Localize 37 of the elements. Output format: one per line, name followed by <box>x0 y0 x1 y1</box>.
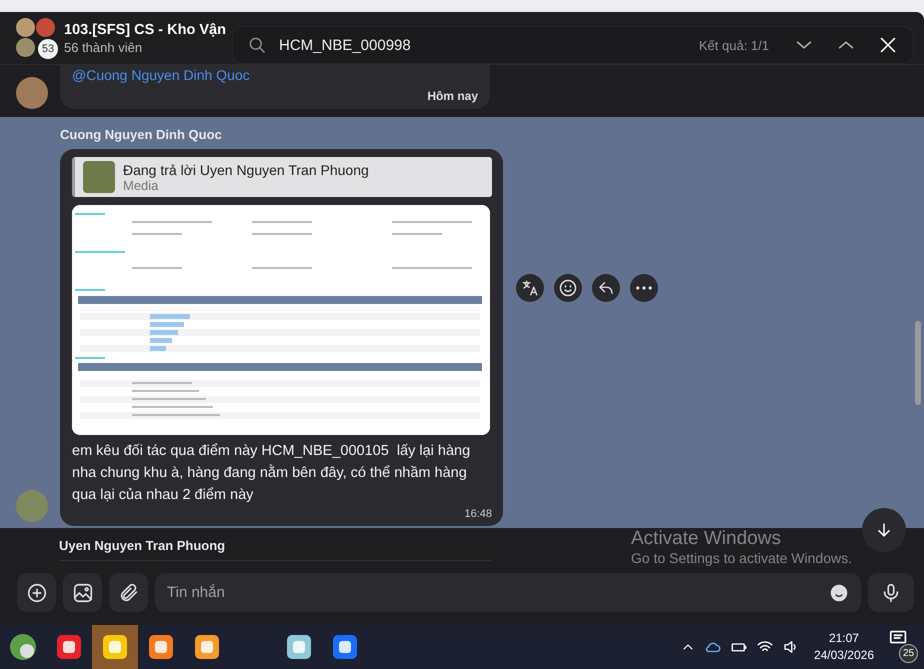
search-field[interactable]: HCM_NBE_000998 Kết quả: 1/1 <box>232 26 914 64</box>
sender-name: Uyen Nguyen Tran Phuong <box>59 536 491 561</box>
search-icon <box>247 35 267 55</box>
watermark-title: Activate Windows <box>631 528 782 550</box>
plus-circle-icon <box>26 582 48 604</box>
microphone-button[interactable] <box>868 573 914 612</box>
group-title: 103.[SFS] CS - Kho Vận <box>64 22 226 38</box>
media-thumbnail <box>83 161 115 193</box>
reply-quote[interactable]: Đang trả lời Uyen Nguyen Tran Phuong Media <box>72 157 492 197</box>
reply-arrow-icon <box>597 279 615 297</box>
search-input[interactable]: HCM_NBE_000998 <box>277 36 689 54</box>
avatar[interactable] <box>16 77 48 109</box>
image-button[interactable] <box>63 573 102 612</box>
message-input[interactable]: Tin nhắn <box>155 573 861 612</box>
member-count-badge: 53 <box>38 39 58 59</box>
message-time: Hôm nay <box>426 89 478 103</box>
reply-title: Đang trả lời Uyen Nguyen Tran Phuong <box>123 162 369 178</box>
more-icon <box>636 286 652 290</box>
sender-name: Cuong Nguyen Dinh Quoc <box>60 126 223 144</box>
taskbar-date: 24/03/2026 <box>814 647 874 664</box>
image-icon <box>72 582 94 604</box>
notification-count: 25 <box>899 644 918 663</box>
member-count: 56 thành viên <box>64 40 144 54</box>
smiley-icon <box>829 583 849 603</box>
translate-icon <box>521 279 539 297</box>
reply-type: Media <box>123 178 160 192</box>
add-button[interactable] <box>17 573 56 612</box>
scrollbar[interactable] <box>915 321 921 405</box>
mention-link[interactable]: @Cuong Nguyen Dinh Quoc <box>72 65 478 83</box>
scroll-down-button[interactable] <box>862 508 906 552</box>
search-result-count: Kết quả: 1/1 <box>698 38 769 52</box>
watermark-subtitle: Go to Settings to activate Windows. <box>631 550 852 566</box>
message-text: em kêu đối tác qua điểm này HCM_NBE_000105 lấy lại hàng nha chung khu à, hàng đang nằm bên đây, có thể nhầm hàng qua lại của nhau 2 điểm này <box>72 442 472 505</box>
taskbar-time: 21:07 <box>828 630 860 647</box>
smiley-icon <box>558 278 578 298</box>
message-time: 16:48 <box>463 508 492 520</box>
attach-button[interactable] <box>109 573 148 612</box>
